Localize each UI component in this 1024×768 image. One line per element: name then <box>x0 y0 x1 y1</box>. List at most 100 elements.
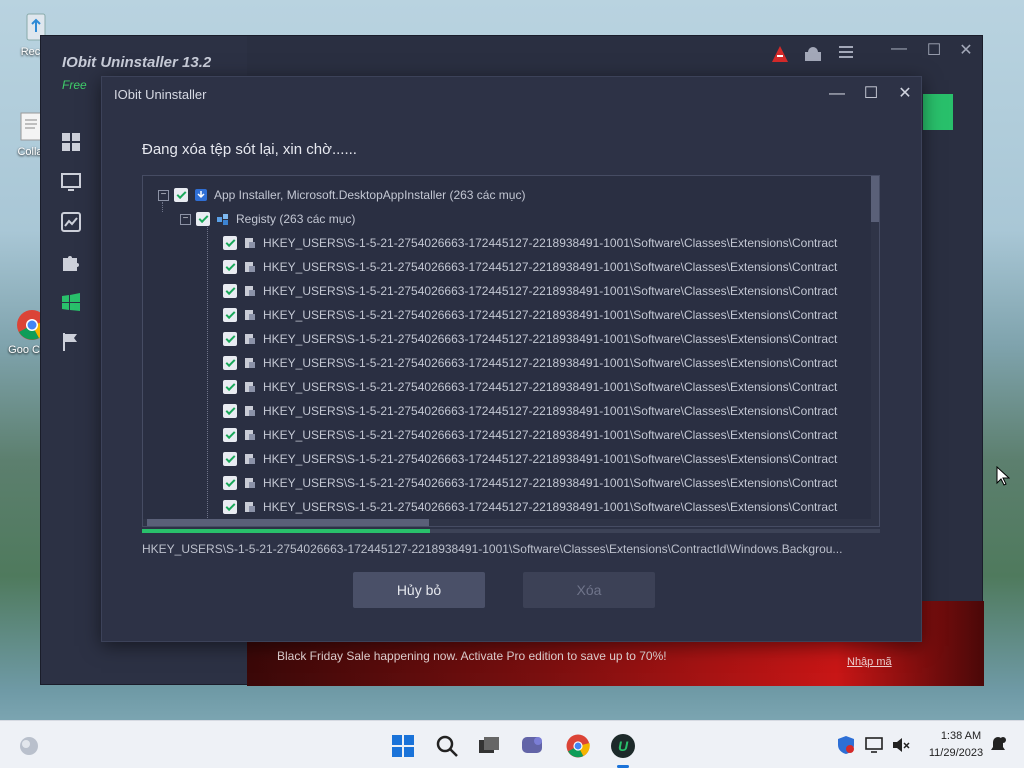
registry-entry-label: HKEY_USERS\S-1-5-21-2754026663-172445127… <box>263 476 838 490</box>
notification-icon[interactable] <box>988 735 1008 761</box>
sidebar-item-plugins[interactable] <box>61 252 91 274</box>
registry-entry[interactable]: HKEY_USERS\S-1-5-21-2754026663-172445127… <box>223 279 837 303</box>
volume-muted-icon[interactable] <box>890 735 910 761</box>
registry-entry[interactable]: HKEY_USERS\S-1-5-21-2754026663-172445127… <box>223 375 837 399</box>
checkbox[interactable] <box>223 260 237 274</box>
registry-key-icon <box>245 478 255 488</box>
registry-key-icon <box>245 310 255 320</box>
security-icon[interactable] <box>836 735 856 761</box>
status-message: Đang xóa tệp sót lại, xin chờ...... <box>142 141 357 158</box>
delete-button[interactable]: Xóa <box>523 572 655 608</box>
registry-entry[interactable]: HKEY_USERS\S-1-5-21-2754026663-172445127… <box>223 231 837 255</box>
registry-entry[interactable]: HKEY_USERS\S-1-5-21-2754026663-172445127… <box>223 471 837 495</box>
sidebar-item-software-updater[interactable] <box>61 172 91 194</box>
checkbox[interactable] <box>223 236 237 250</box>
registry-entry[interactable]: HKEY_USERS\S-1-5-21-2754026663-172445127… <box>223 495 837 519</box>
checkbox[interactable] <box>174 188 188 202</box>
vertical-scrollbar[interactable] <box>871 176 879 526</box>
promo-text: Black Friday Sale happening now. Activat… <box>277 649 667 663</box>
checkbox[interactable] <box>223 308 237 322</box>
app-installer-icon <box>195 189 207 201</box>
start-icon[interactable] <box>390 733 416 759</box>
cancel-button[interactable]: Hủy bỏ <box>353 572 485 608</box>
checkbox[interactable] <box>223 332 237 346</box>
registry-key-icon <box>245 334 255 344</box>
tree-group-item[interactable]: − Registy (263 các mục) <box>180 207 355 231</box>
collapse-toggle[interactable]: − <box>180 213 191 225</box>
taskbar: U 1:38 AM 11/29/2023 <box>0 720 1024 768</box>
dialog-maximize-button[interactable]: ☐ <box>856 83 886 105</box>
progress-fill <box>142 529 430 533</box>
weather-widget-icon[interactable] <box>16 733 42 759</box>
clock-time[interactable]: 1:38 AM <box>930 730 992 742</box>
iobit-icon[interactable]: U <box>610 733 636 759</box>
tree-root-label: App Installer, Microsoft.DesktopAppInsta… <box>214 188 526 202</box>
registry-key-icon <box>245 502 255 512</box>
checkbox[interactable] <box>223 380 237 394</box>
maximize-button[interactable]: ☐ <box>922 40 946 60</box>
checkbox[interactable] <box>223 404 237 418</box>
flag-icon <box>63 333 77 351</box>
collapse-toggle[interactable]: − <box>158 189 169 201</box>
dialog-title: IObit Uninstaller <box>114 87 207 102</box>
scroll-thumb[interactable] <box>147 519 429 526</box>
registry-entry-label: HKEY_USERS\S-1-5-21-2754026663-172445127… <box>263 380 838 394</box>
registry-entry-label: HKEY_USERS\S-1-5-21-2754026663-172445127… <box>263 332 838 346</box>
search-icon[interactable] <box>434 733 460 759</box>
tree-group-label: Registy (263 các mục) <box>236 212 356 226</box>
checkbox[interactable] <box>223 356 237 370</box>
promo-code-link[interactable]: Nhập mã <box>847 656 892 668</box>
registry-entry-label: HKEY_USERS\S-1-5-21-2754026663-172445127… <box>263 356 838 370</box>
registry-entry-label: HKEY_USERS\S-1-5-21-2754026663-172445127… <box>263 452 838 466</box>
horizontal-scrollbar[interactable] <box>143 519 879 526</box>
progress-bar <box>142 529 880 533</box>
menu-icon[interactable] <box>834 44 858 64</box>
sidebar-item-windows-apps[interactable] <box>61 292 91 314</box>
grid-icon <box>62 133 80 151</box>
minimize-button[interactable]: — <box>887 40 911 60</box>
task-view-icon[interactable] <box>476 733 502 759</box>
registry-entry[interactable]: HKEY_USERS\S-1-5-21-2754026663-172445127… <box>223 447 837 471</box>
dialog-close-button[interactable]: ✕ <box>890 83 920 105</box>
sidebar-item-performance[interactable] <box>61 212 91 234</box>
registry-key-icon <box>245 430 255 440</box>
promo-badge-icon[interactable] <box>767 44 793 64</box>
registry-entry-label: HKEY_USERS\S-1-5-21-2754026663-172445127… <box>263 404 838 418</box>
monitor-icon <box>61 173 81 191</box>
registry-key-icon <box>245 406 255 416</box>
leftover-tree[interactable]: − App Installer, Microsoft.DesktopAppIns… <box>142 175 880 527</box>
action-button[interactable] <box>923 94 953 130</box>
desktop-icon-label: Colla <box>17 146 43 158</box>
registry-key-icon <box>245 262 255 272</box>
chat-icon[interactable] <box>520 733 546 759</box>
checkbox[interactable] <box>223 452 237 466</box>
registry-entry[interactable]: HKEY_USERS\S-1-5-21-2754026663-172445127… <box>223 399 837 423</box>
tree-root-item[interactable]: − App Installer, Microsoft.DesktopAppIns… <box>158 183 525 207</box>
network-icon[interactable] <box>864 735 884 761</box>
scroll-thumb[interactable] <box>871 176 879 222</box>
uninstall-dialog: IObit Uninstaller — ☐ ✕ Đang xóa tệp sót… <box>101 76 922 642</box>
registry-entry-label: HKEY_USERS\S-1-5-21-2754026663-172445127… <box>263 428 838 442</box>
checkbox[interactable] <box>223 500 237 514</box>
registry-entry[interactable]: HKEY_USERS\S-1-5-21-2754026663-172445127… <box>223 327 837 351</box>
main-app-title: IObit Uninstaller 13.2 <box>62 54 212 71</box>
current-item-path: HKEY_USERS\S-1-5-21-2754026663-172445127… <box>142 542 843 556</box>
dialog-minimize-button[interactable]: — <box>822 83 852 105</box>
toolbox-icon[interactable] <box>801 44 825 64</box>
checkbox[interactable] <box>223 476 237 490</box>
close-button[interactable]: ✕ <box>954 40 978 60</box>
sidebar-item-action-center[interactable] <box>61 332 91 354</box>
checkbox[interactable] <box>196 212 210 226</box>
edition-label: Free <box>62 78 87 92</box>
checkbox[interactable] <box>223 428 237 442</box>
sidebar-item-all-programs[interactable] <box>61 132 91 154</box>
registry-icon <box>217 214 228 225</box>
registry-entry[interactable]: HKEY_USERS\S-1-5-21-2754026663-172445127… <box>223 255 837 279</box>
registry-entry[interactable]: HKEY_USERS\S-1-5-21-2754026663-172445127… <box>223 303 837 327</box>
checkbox[interactable] <box>223 284 237 298</box>
registry-entry-label: HKEY_USERS\S-1-5-21-2754026663-172445127… <box>263 500 838 514</box>
clock-date[interactable]: 11/29/2023 <box>920 747 992 759</box>
registry-entry[interactable]: HKEY_USERS\S-1-5-21-2754026663-172445127… <box>223 351 837 375</box>
registry-entry[interactable]: HKEY_USERS\S-1-5-21-2754026663-172445127… <box>223 423 837 447</box>
chrome-icon[interactable] <box>565 733 591 759</box>
